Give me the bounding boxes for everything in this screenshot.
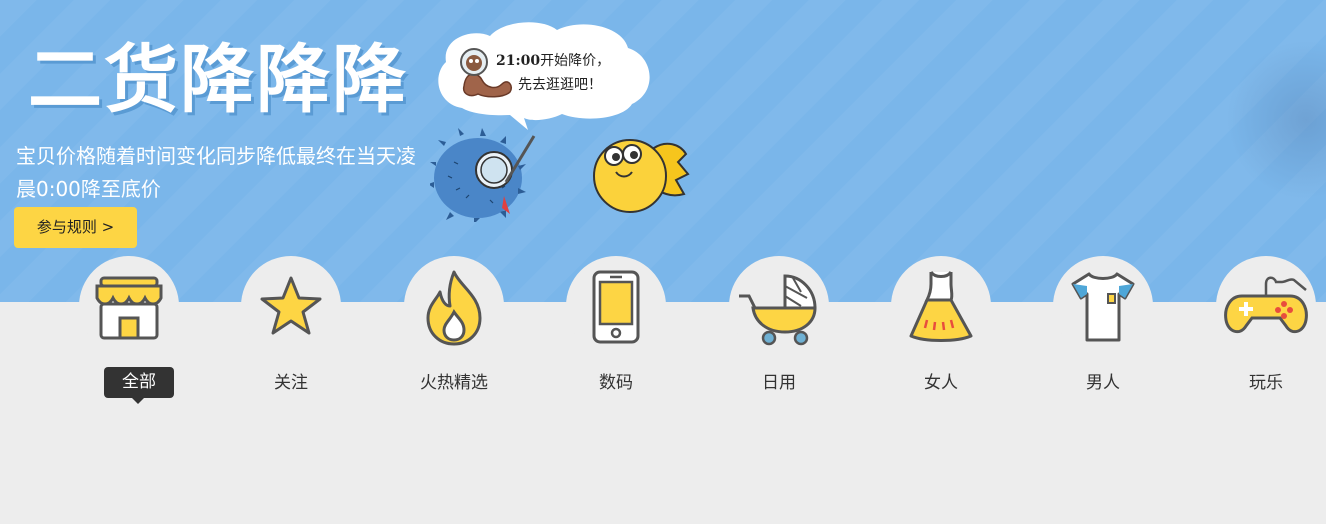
category-label: 女人 <box>924 373 958 393</box>
banner-subtitle: 宝贝价格随着时间变化同步降低最终在当天凌晨0:00降至底价 <box>16 144 416 201</box>
category-follow[interactable]: 关注 <box>231 250 351 410</box>
category-all[interactable]: 全部 <box>69 250 189 410</box>
category-label: 火热精选 <box>420 373 488 393</box>
rules-button[interactable]: 参与规则 > <box>14 207 137 248</box>
dress-icon <box>909 270 973 342</box>
store-icon <box>95 276 163 340</box>
fire-icon <box>426 270 482 346</box>
category-hot-picks[interactable]: 火热精选 <box>394 250 514 410</box>
banner-shade <box>1226 40 1326 200</box>
category-label: 玩乐 <box>1249 373 1283 393</box>
phone-icon <box>592 270 640 344</box>
bubble-line2: 先去逛逛吧！ <box>518 77 602 93</box>
bubble-line1-text: 开始降价， <box>540 53 611 69</box>
category-men[interactable]: 男人 <box>1043 250 1163 410</box>
category-label: 日用 <box>762 373 796 393</box>
star-icon <box>260 276 322 335</box>
category-daily[interactable]: 日用 <box>719 250 839 410</box>
stroller-icon <box>739 274 817 346</box>
speech-bubble: 21:00开始降价， 先去逛逛吧！ <box>432 20 654 130</box>
category-nav: 全部 关注 火热精选 数码 日用 女人 男人 玩乐 <box>0 250 1326 410</box>
yellow-fish-mascot-icon <box>593 139 690 213</box>
active-caret <box>131 397 145 404</box>
category-digital[interactable]: 数码 <box>556 250 676 410</box>
gamepad-icon <box>1224 276 1308 334</box>
category-women[interactable]: 女人 <box>881 250 1001 410</box>
category-label: 男人 <box>1086 373 1120 393</box>
tshirt-icon <box>1071 272 1135 342</box>
category-fun[interactable]: 玩乐 <box>1206 250 1326 410</box>
banner-title: 二货降降降 <box>28 37 408 123</box>
pufferfish-mascot-icon <box>430 128 536 222</box>
countdown-time: 21:00 <box>496 53 541 69</box>
category-label: 全部 <box>104 367 174 398</box>
bubble-line1: 21:00开始降价， <box>496 50 610 70</box>
category-label: 数码 <box>599 373 633 393</box>
category-label: 关注 <box>274 373 308 393</box>
